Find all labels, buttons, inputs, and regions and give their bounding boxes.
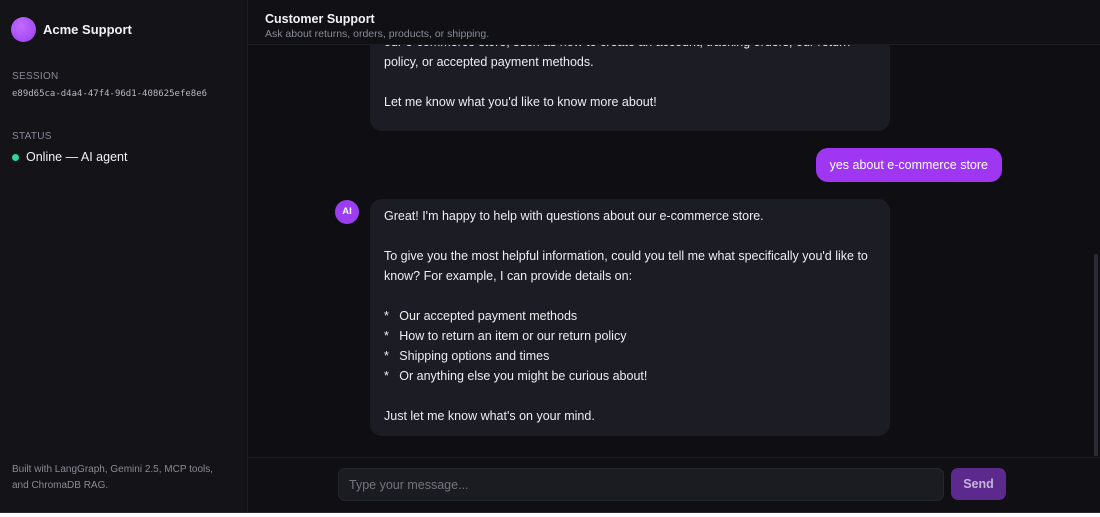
ai-avatar: AI — [335, 200, 359, 224]
session-id: e89d65ca-d4a4-47f4-96d1-408625efe8e6 — [12, 89, 208, 99]
page-subtitle: Ask about returns, orders, products, or … — [265, 28, 490, 40]
assistant-message: our e-commerce store, such as how to cre… — [370, 44, 890, 131]
status-indicator: Online — AI agent — [12, 150, 127, 164]
assistant-message: Great! I'm happy to help with questions … — [370, 199, 890, 436]
send-button[interactable]: Send — [951, 468, 1006, 500]
scrollbar[interactable] — [1094, 254, 1098, 456]
message-input[interactable] — [338, 468, 944, 501]
status-label: STATUS — [12, 131, 52, 142]
online-dot-icon — [12, 153, 19, 161]
status-text: Online — AI agent — [26, 150, 128, 164]
session-label: SESSION — [12, 71, 59, 82]
sidebar: Acme Support SESSION e89d65ca-d4a4-47f4-… — [0, 0, 248, 512]
brand-logo — [11, 17, 36, 42]
user-message: yes about e-commerce store — [815, 148, 1002, 182]
brand-name: Acme Support — [43, 22, 132, 37]
app-window: Acme Support SESSION e89d65ca-d4a4-47f4-… — [0, 0, 1100, 513]
message-list[interactable]: our e-commerce store, such as how to cre… — [248, 44, 1100, 456]
sidebar-footer: Built with LangGraph, Gemini 2.5, MCP to… — [12, 464, 214, 491]
chat-header: Customer Support Ask about returns, orde… — [248, 0, 1100, 45]
brand: Acme Support — [11, 17, 132, 42]
page-title: Customer Support — [265, 12, 375, 26]
message-composer: Send — [248, 457, 1100, 512]
